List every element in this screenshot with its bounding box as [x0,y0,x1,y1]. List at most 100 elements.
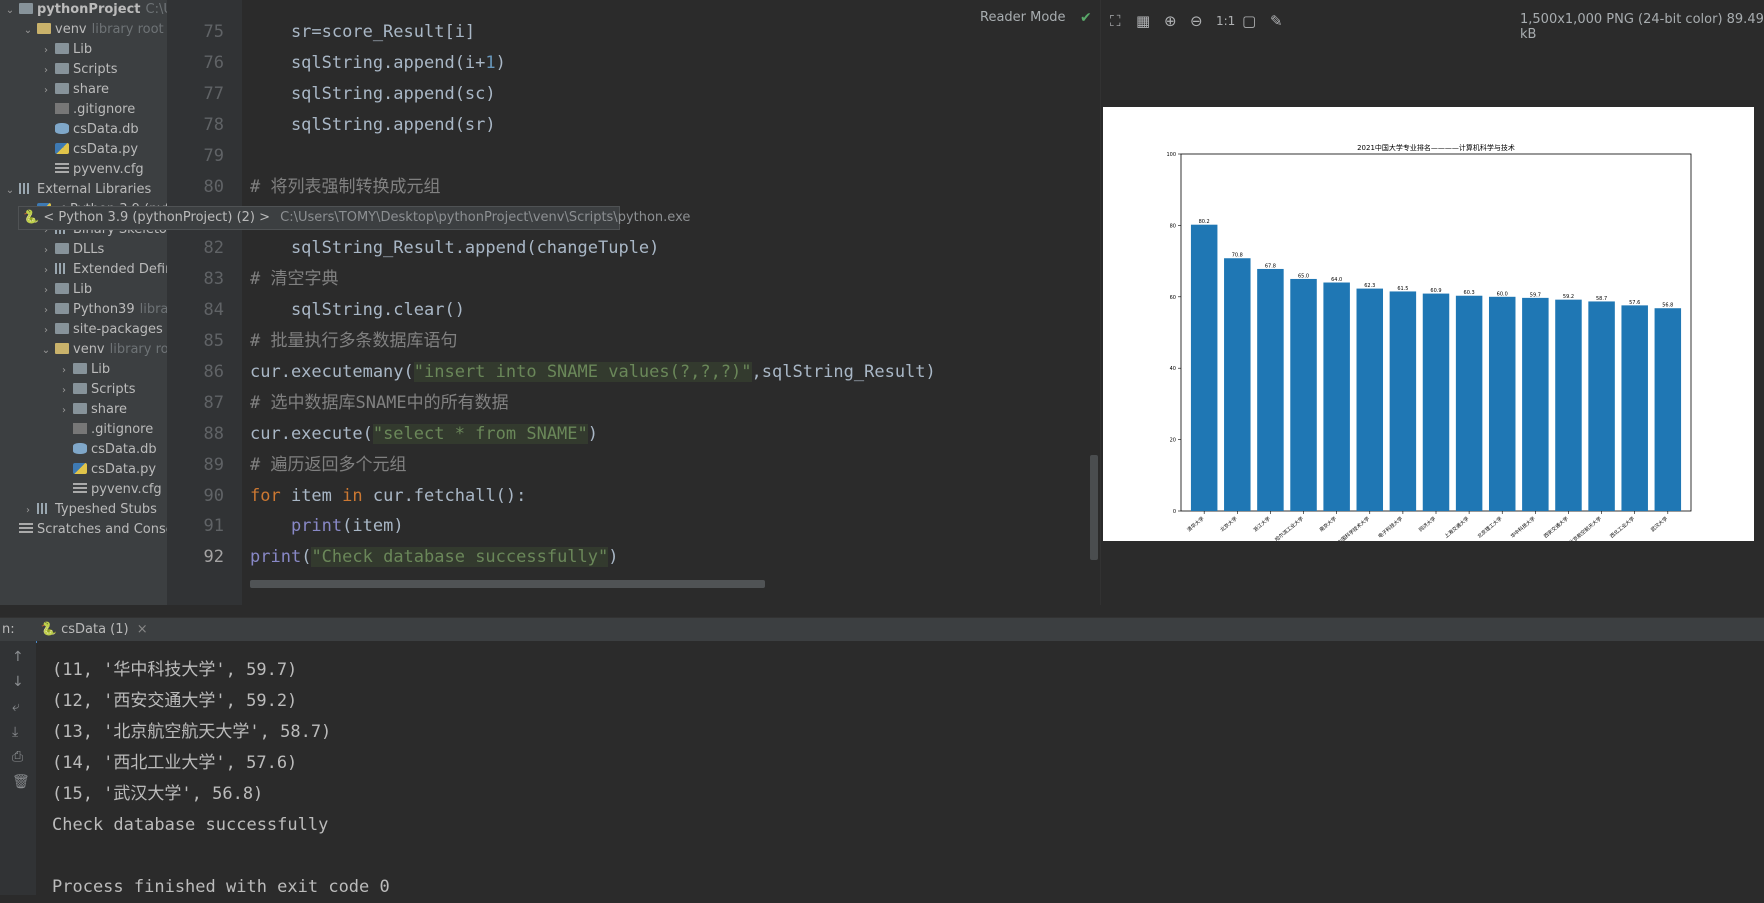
tree-item[interactable]: › Lib [0,360,167,380]
code-token: sqlString.append(i+ [250,52,486,73]
tree-item[interactable]: › site-packages [0,320,167,340]
chevron-down-icon[interactable]: ⌄ [40,341,52,361]
fit-to-window-icon[interactable]: ⛶ [1110,12,1121,30]
chevron-right-icon[interactable]: › [58,401,70,421]
tree-item[interactable]: csData.py [0,140,167,160]
tree-item[interactable]: csData.db [0,120,167,140]
chart-bar [1422,293,1450,511]
scroll-to-end-icon[interactable]: ⤓ [12,724,18,740]
down-arrow-icon[interactable]: ↓ [12,674,24,690]
grid-icon[interactable]: ▦ [1136,12,1150,30]
tree-item[interactable]: ⌄ venv library root [0,20,167,40]
tree-item[interactable]: pyvenv.cfg [0,160,167,180]
reader-mode-toggle[interactable]: Reader Mode [980,10,1066,25]
tree-item[interactable]: ⌄ pythonProject C:\Users\ [0,0,167,20]
line-number: 82 [203,238,224,259]
tree-item-label: .gitignore [91,422,154,437]
tree-item[interactable]: › share [0,80,167,100]
console-line: (15, '武汉大学', 56.8) [52,784,264,804]
folder-icon [55,243,69,254]
tree-item[interactable]: › Python39 library root [0,300,167,320]
actual-size-button[interactable]: 1:1 [1216,14,1235,28]
tree-item[interactable]: › Lib [0,40,167,60]
chevron-right-icon[interactable]: › [40,41,52,61]
code-token: "select * from SNAME" [372,423,588,444]
code-token: sqlString_Result.append(changeTuple) [250,238,660,259]
tree-item[interactable]: csData.py [0,460,167,480]
chevron-down-icon[interactable]: ⌄ [4,1,16,21]
chevron-right-icon[interactable]: › [40,301,52,321]
tree-item[interactable]: pyvenv.cfg [0,480,167,500]
chevron-down-icon[interactable]: ⌄ [4,181,16,201]
code-line: cur.execute("select * from SNAME") [250,419,598,450]
chevron-right-icon[interactable]: › [40,81,52,101]
code-token: print [250,547,302,568]
config-file-icon [73,483,87,494]
tree-item[interactable]: .gitignore [0,420,167,440]
code-token: (item) [342,516,404,537]
print-icon[interactable]: ⎙ [12,749,23,765]
tree-item-label: csData.db [91,442,157,457]
chessboard-icon[interactable]: ▢ [1242,12,1256,30]
chevron-right-icon[interactable]: › [40,281,52,301]
tree-item[interactable]: .gitignore [0,100,167,120]
tree-item[interactable]: › DLLs [0,240,167,260]
chevron-right-icon[interactable]: › [40,241,52,261]
run-console-output[interactable]: (11, '华中科技大学', 59.7) (12, '西安交通大学', 59.2)… [37,641,1764,897]
tree-item[interactable]: › Scripts [0,380,167,400]
bar-data-label: 65.0 [1298,273,1309,279]
tree-item[interactable]: › Typeshed Stubs [0,500,167,520]
editor-horizontal-scrollbar[interactable] [250,580,765,588]
clear-all-icon[interactable]: 🗑 [12,774,30,790]
run-tab-csdata[interactable]: 🐍 csData (1) × [32,618,156,643]
libraries-icon [55,263,69,274]
tree-item[interactable]: › Extended Definitions [0,260,167,280]
chevron-right-icon[interactable]: › [58,381,70,401]
scratches-icon [19,523,33,534]
tree-item[interactable]: csData.db [0,440,167,460]
chevron-right-icon[interactable]: › [22,501,34,521]
chart-bar [1389,291,1417,511]
folder-icon [19,3,33,14]
chart-bar [1588,301,1615,511]
chevron-right-icon[interactable]: › [40,261,52,281]
tree-item[interactable]: ⌄ venv library root [0,340,167,360]
folder-venv-icon [37,23,51,34]
code-token: cur.fetchall(): [362,485,527,506]
up-arrow-icon[interactable]: ↑ [12,649,24,665]
python-file-icon: 🐍 [40,622,57,637]
chevron-down-icon[interactable]: ⌄ [22,21,34,41]
chart-bar [1555,299,1582,511]
chevron-right-icon[interactable]: › [40,61,52,81]
console-line: (13, '北京航空航天大学', 58.7) [52,722,332,742]
zoom-in-icon[interactable]: ⊕ [1164,12,1177,30]
tree-item-label: Scratches and Consoles [37,522,167,537]
code-line: # 将列表强制转换成元组 [250,172,440,203]
tree-item[interactable]: ⌄ External Libraries [0,180,167,200]
zoom-out-icon[interactable]: ⊖ [1190,12,1203,30]
close-tab-icon[interactable]: × [137,622,148,637]
code-line: # 清空字典 [250,264,338,295]
tree-item[interactable]: › Scripts [0,60,167,80]
x-tick-label: 武汉大学 [1649,515,1669,533]
chevron-right-icon[interactable]: › [58,361,70,381]
code-line: # 选中数据库SNAME中的所有数据 [250,388,509,419]
tree-item-label: pythonProject [37,2,141,17]
x-tick-label: 南京大学 [1318,515,1338,533]
tree-item[interactable]: Scratches and Consoles [0,520,167,540]
y-tick-label: 0 [1173,509,1176,515]
chevron-right-icon[interactable]: › [40,321,52,341]
chart-bar [1654,308,1682,511]
inspection-ok-icon[interactable]: ✔ [1080,10,1092,26]
python-sdk-icon: 🐍 [23,210,40,225]
code-token: "insert into SNAME values(?,?,?)" [413,361,752,382]
color-picker-icon[interactable]: ✎ [1270,12,1283,30]
tree-item-hint: library root [91,22,164,37]
chart-bar [1621,305,1648,511]
soft-wrap-icon[interactable]: ⤶ [12,699,20,715]
editor-vertical-scrollbar[interactable] [1090,455,1098,560]
tree-item[interactable]: › Lib [0,280,167,300]
code-token: # 遍历返回多个元组 [250,454,407,475]
code-editor[interactable]: sc=score_Name_Result[i] sr=score_Result[… [242,0,1100,605]
tree-item[interactable]: › share [0,400,167,420]
